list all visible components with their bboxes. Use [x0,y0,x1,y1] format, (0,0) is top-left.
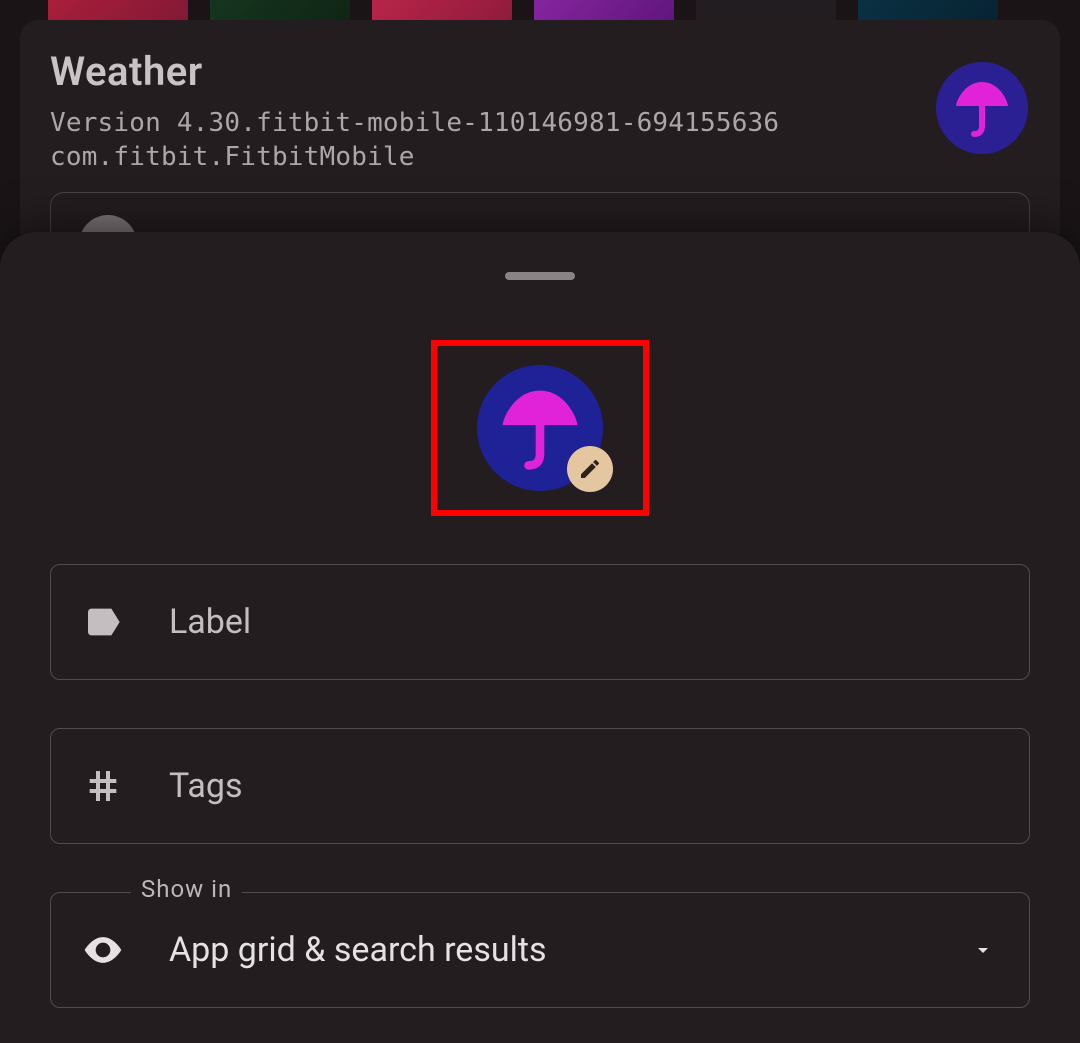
app-tile-row [0,0,1080,20]
tags-placeholder: Tags [169,766,243,806]
show-in-select[interactable]: Show in App grid & search results [50,892,1030,1008]
dropdown-icon [971,938,995,962]
app-title: Weather [50,48,1030,95]
show-in-legend: Show in [131,875,242,903]
icon-edit-highlight [431,340,649,516]
app-version: Version 4.30.fitbit-mobile-110146981-694… [50,107,1030,141]
label-input-field[interactable]: Label [50,564,1030,680]
label-icon [81,600,125,644]
umbrella-icon [950,76,1014,140]
hash-icon [81,764,125,808]
app-icon-small [936,62,1028,154]
edit-bottom-sheet: Label Tags Show in App grid & search res… [0,232,1080,1043]
edit-icon [578,457,602,481]
tags-input-field[interactable]: Tags [50,728,1030,844]
app-package: com.fitbit.FitbitMobile [50,141,1030,175]
eye-icon [81,928,125,972]
show-in-value: App grid & search results [169,930,547,970]
drag-handle[interactable] [505,272,575,280]
label-placeholder: Label [169,602,251,642]
edit-icon-button[interactable] [567,446,613,492]
